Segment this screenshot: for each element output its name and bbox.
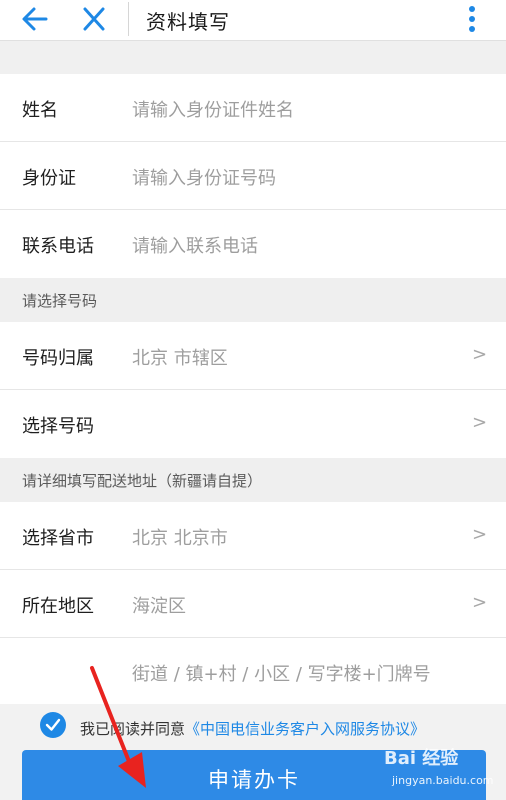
number-section-heading: 请选择号码 [0,278,506,322]
personal-info-group: 姓名 请输入身份证件姓名 身份证 请输入身份证号码 联系电话 请输入联系电话 [0,74,506,278]
check-icon [45,718,61,731]
chevron-right-icon: > [472,412,488,433]
name-input[interactable]: 请输入身份证件姓名 [132,96,294,122]
apply-card-button[interactable]: 申请办卡 [22,750,486,800]
top-spacer [0,40,506,74]
id-card-row[interactable]: 身份证 请输入身份证号码 [0,142,506,210]
address-group: 选择省市 北京 北京市 > 所在地区 海淀区 > 街道 / 镇+村 / 小区 /… [0,502,506,706]
apply-card-label: 申请办卡 [208,768,300,792]
address-section-heading: 请详细填写配送地址（新疆请自提） [0,458,506,502]
number-location-label: 号码归属 [22,348,94,369]
agreement-row: 我已阅读并同意《中国电信业务客户入网服务协议》 [0,704,506,750]
agreement-text: 我已阅读并同意《中国电信业务客户入网服务协议》 [80,718,425,739]
arrow-left-icon[interactable] [20,6,50,32]
phone-row[interactable]: 联系电话 请输入联系电话 [0,210,506,278]
chevron-right-icon: > [472,592,488,613]
id-card-input[interactable]: 请输入身份证号码 [132,164,276,190]
toolbar-divider [128,2,129,36]
agreement-prefix: 我已阅读并同意 [80,720,186,738]
top-bar: 资料填写 [0,0,506,40]
number-location-value: 北京 市辖区 [132,348,228,369]
chevron-right-icon: > [472,344,488,365]
more-vertical-icon[interactable] [462,4,482,34]
number-group: 号码归属 北京 市辖区 > 选择号码 > [0,322,506,458]
address-section-title: 请详细填写配送地址（新疆请自提） [22,472,263,490]
phone-input[interactable]: 请输入联系电话 [132,232,258,258]
province-row[interactable]: 选择省市 北京 北京市 > [0,502,506,570]
close-icon[interactable] [80,6,108,32]
name-label: 姓名 [22,100,58,121]
street-row[interactable]: 街道 / 镇+村 / 小区 / 写字楼+门牌号 [0,638,506,706]
agree-checkbox[interactable] [40,712,66,738]
agreement-link[interactable]: 《中国电信业务客户入网服务协议》 [185,720,425,738]
phone-label: 联系电话 [22,236,94,257]
number-section-title: 请选择号码 [22,292,98,310]
district-label: 所在地区 [22,596,94,617]
name-row[interactable]: 姓名 请输入身份证件姓名 [0,74,506,142]
pick-number-label: 选择号码 [22,416,94,437]
pick-number-row[interactable]: 选择号码 > [0,390,506,458]
number-location-row[interactable]: 号码归属 北京 市辖区 > [0,322,506,390]
district-value: 海淀区 [132,596,186,617]
street-address-input[interactable]: 街道 / 镇+村 / 小区 / 写字楼+门牌号 [132,660,431,686]
id-card-label: 身份证 [22,168,76,189]
district-row[interactable]: 所在地区 海淀区 > [0,570,506,638]
chevron-right-icon: > [472,524,488,545]
province-label: 选择省市 [22,528,94,549]
page-title: 资料填写 [146,10,230,34]
province-value: 北京 北京市 [132,528,228,549]
